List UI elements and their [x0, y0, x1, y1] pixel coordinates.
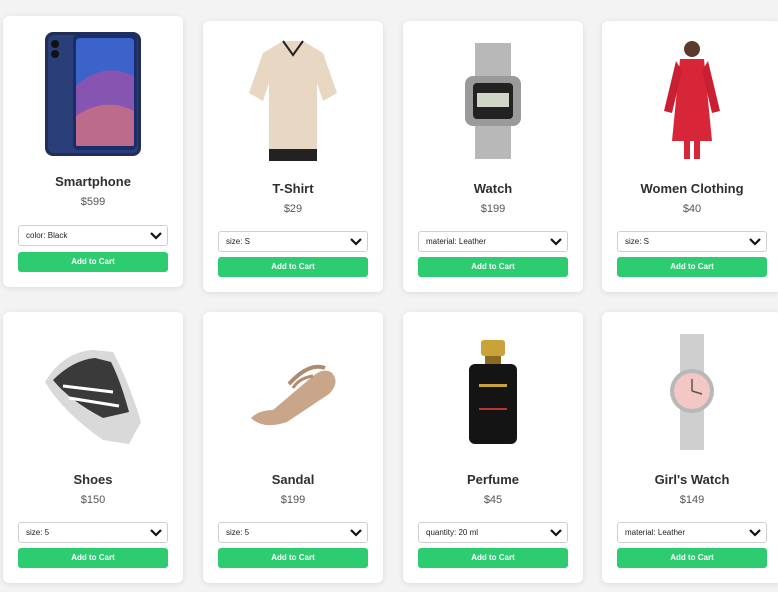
add-to-cart-button[interactable]: Add to Cart: [218, 548, 368, 568]
product-card-smartphone: Smartphone $599 color: Black Add to Cart: [3, 16, 183, 287]
sandal-image: [251, 364, 336, 426]
product-name: Perfume: [466, 472, 520, 487]
smartphone-image: [45, 32, 141, 156]
option-select[interactable]: color: Black: [18, 225, 168, 246]
product-name: Women Clothing: [640, 181, 744, 196]
option-select-value: size: 5: [26, 528, 50, 537]
product-price: $40: [682, 203, 702, 215]
women-clothing-image: [664, 41, 720, 159]
girls-watch-image: [670, 334, 714, 450]
product-price: $45: [483, 494, 503, 506]
product-name: Shoes: [73, 472, 113, 487]
chevron-down-icon: [150, 529, 162, 537]
option-select-value: size: S: [226, 237, 251, 246]
chevron-down-icon: [550, 238, 562, 246]
chevron-down-icon: [550, 529, 562, 537]
chevron-down-icon: [749, 238, 761, 246]
option-select-value: quantity: 20 ml: [426, 528, 479, 537]
product-name: Smartphone: [55, 174, 131, 189]
option-select-value: material: Leather: [426, 237, 487, 246]
product-price: $29: [283, 203, 303, 215]
product-price: $149: [679, 494, 705, 506]
option-select[interactable]: material: Leather: [418, 231, 568, 252]
product-card-watch: Watch $199 material: Leather Add to Cart: [403, 21, 583, 292]
product-price: $150: [80, 494, 106, 506]
add-to-cart-button[interactable]: Add to Cart: [617, 257, 767, 277]
option-select-value: size: S: [625, 237, 650, 246]
product-price: $599: [80, 196, 106, 208]
add-to-cart-button[interactable]: Add to Cart: [18, 548, 168, 568]
tshirt-image: [249, 40, 337, 161]
option-select[interactable]: size: 5: [18, 522, 168, 543]
product-card-shoes: Shoes $150 size: 5 Add to Cart: [3, 312, 183, 583]
option-select-value: color: Black: [26, 231, 68, 240]
product-name: T-Shirt: [272, 181, 314, 196]
option-select[interactable]: quantity: 20 ml: [418, 522, 568, 543]
product-card-women-clothing: Women Clothing $40 size: S Add to Cart: [602, 21, 778, 292]
perfume-image: [469, 340, 517, 444]
product-price: $199: [480, 203, 506, 215]
chevron-down-icon: [350, 529, 362, 537]
option-select[interactable]: size: 5: [218, 522, 368, 543]
product-price: $199: [280, 494, 306, 506]
add-to-cart-button[interactable]: Add to Cart: [617, 548, 767, 568]
product-card-sandal: Sandal $199 size: 5 Add to Cart: [203, 312, 383, 583]
product-card-tshirt: T-Shirt $29 size: S Add to Cart: [203, 21, 383, 292]
option-select-value: size: 5: [226, 528, 250, 537]
add-to-cart-button[interactable]: Add to Cart: [418, 257, 568, 277]
watch-image: [465, 43, 521, 159]
product-card-perfume: Perfume $45 quantity: 20 ml Add to Cart: [403, 312, 583, 583]
option-select-value: material: Leather: [625, 528, 686, 537]
option-select[interactable]: size: S: [617, 231, 767, 252]
add-to-cart-button[interactable]: Add to Cart: [18, 252, 168, 272]
chevron-down-icon: [350, 238, 362, 246]
product-card-girls-watch: Girl's Watch $149 material: Leather Add …: [602, 312, 778, 583]
product-name: Sandal: [271, 472, 315, 487]
option-select[interactable]: material: Leather: [617, 522, 767, 543]
add-to-cart-button[interactable]: Add to Cart: [218, 257, 368, 277]
shoes-image: [45, 350, 141, 444]
product-name: Girl's Watch: [654, 472, 730, 487]
chevron-down-icon: [150, 232, 162, 240]
chevron-down-icon: [749, 529, 761, 537]
product-name: Watch: [473, 181, 513, 196]
option-select[interactable]: size: S: [218, 231, 368, 252]
add-to-cart-button[interactable]: Add to Cart: [418, 548, 568, 568]
